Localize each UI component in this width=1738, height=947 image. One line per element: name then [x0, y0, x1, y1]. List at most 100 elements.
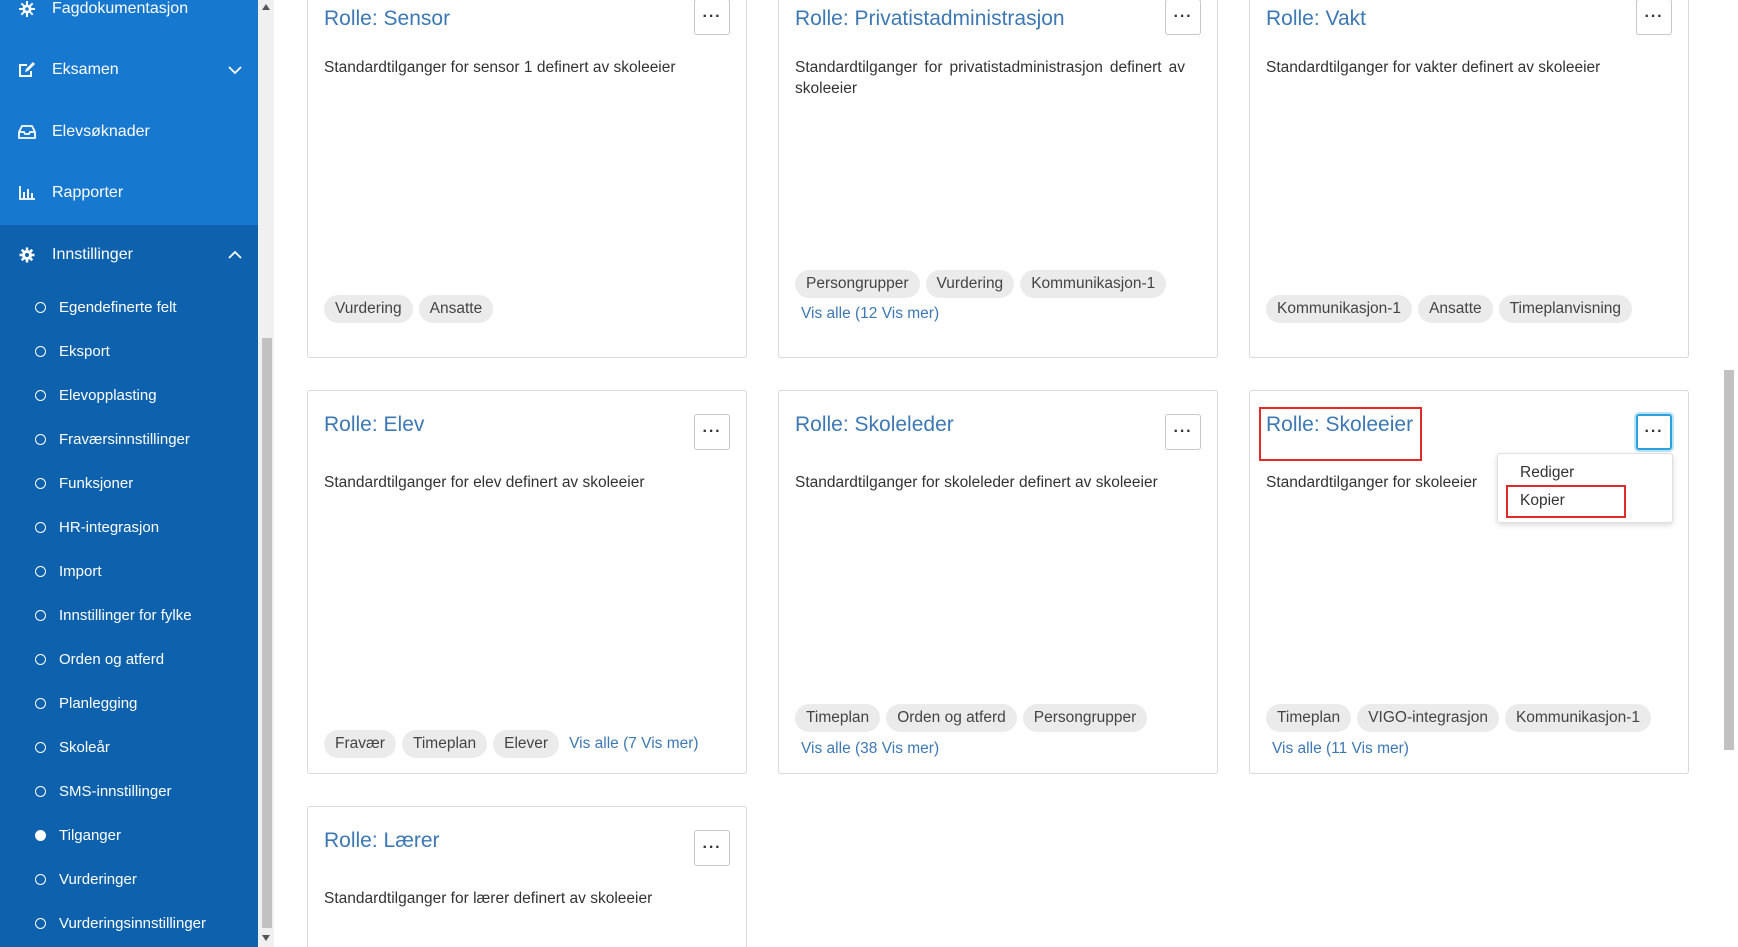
page-scrollbar-thumb[interactable] — [1724, 370, 1734, 750]
more-options-button[interactable]: ··· — [694, 414, 730, 450]
permission-tag: VIGO-integrasjon — [1357, 704, 1499, 732]
settings-item[interactable]: Import — [0, 551, 258, 591]
role-card-sensor: Rolle: Sensor ··· Standardtilganger for … — [307, 0, 747, 358]
circle-icon — [35, 917, 46, 929]
permission-tag: Ansatte — [1418, 295, 1493, 323]
highlight-box — [1506, 485, 1626, 518]
settings-group: Innstillinger Egendefinerte felt Eksport… — [0, 225, 258, 947]
circle-icon — [35, 741, 46, 753]
role-tags: Timeplan Orden og atferd Persongrupper — [795, 704, 1148, 732]
role-title[interactable]: Rolle: Elev — [324, 413, 424, 437]
settings-item[interactable]: Vurderinger — [0, 859, 258, 899]
more-options-button[interactable]: ··· — [694, 830, 730, 866]
settings-item-label: Tilganger — [59, 826, 121, 844]
permission-tag: Timeplanvisning — [1498, 295, 1633, 323]
sidebar-item-label: Elevsøknader — [52, 123, 150, 140]
show-all-link[interactable]: Vis alle (11 Vis mer) — [1272, 740, 1409, 758]
settings-item[interactable]: Orden og atferd — [0, 639, 258, 679]
settings-item-label: Funksjoner — [59, 474, 134, 492]
circle-icon — [35, 301, 46, 313]
sidebar: Fagdokumentasjon Eksamen Elevsøknader Ra… — [0, 0, 258, 947]
settings-item-label: SMS-innstillinger — [59, 782, 172, 800]
role-description: Standardtilganger for privatistadministr… — [795, 59, 1185, 97]
inbox-icon — [18, 123, 36, 141]
permission-tag: Timeplan — [795, 704, 881, 732]
more-options-button[interactable]: ··· — [1165, 414, 1201, 450]
circle-icon — [35, 477, 46, 489]
role-title[interactable]: Rolle: Lærer — [324, 829, 440, 853]
permission-tag: Elever — [493, 730, 560, 758]
gear-icon — [18, 0, 36, 18]
role-title[interactable]: Rolle: Vakt — [1266, 7, 1366, 31]
role-card-skoleleder: Rolle: Skoleleder ··· Standardtilganger … — [778, 390, 1218, 774]
permission-tag: Persongrupper — [1022, 704, 1148, 732]
settings-item-label: Egendefinerte felt — [59, 298, 177, 316]
more-options-button[interactable]: ··· — [694, 0, 730, 35]
circle-icon — [35, 433, 46, 445]
sidebar-item-innstillinger[interactable]: Innstillinger — [0, 225, 258, 285]
role-tags: Kommunikasjon-1 Ansatte Timeplanvisning — [1266, 295, 1633, 323]
role-title[interactable]: Rolle: Sensor — [324, 7, 450, 31]
circle-icon — [35, 785, 46, 797]
scroll-up-arrow-icon[interactable] — [261, 3, 271, 11]
settings-item[interactable]: HR-integrasjon — [0, 507, 258, 547]
permission-tag: Orden og atferd — [886, 704, 1017, 732]
show-all-link[interactable]: Vis alle (12 Vis mer) — [801, 305, 939, 323]
permission-tag: Timeplan — [401, 730, 488, 758]
role-tags: Timeplan VIGO-integrasjon Kommunikasjon-… — [1266, 704, 1651, 732]
permission-tag: Persongrupper — [795, 270, 920, 298]
bar-chart-icon — [18, 184, 36, 202]
chevron-up-icon — [228, 250, 242, 259]
settings-item[interactable]: Planlegging — [0, 683, 258, 723]
settings-item-label: Eksport — [59, 342, 110, 360]
role-title[interactable]: Rolle: Privatistadministrasjon — [795, 7, 1065, 31]
sidebar-item-fagdokumentasjon[interactable]: Fagdokumentasjon — [0, 0, 258, 39]
circle-icon — [35, 653, 46, 665]
permission-tag: Kommunikasjon-1 — [1020, 270, 1167, 298]
sidebar-item-label: Innstillinger — [52, 246, 133, 263]
settings-item-label: Vurderinger — [59, 870, 137, 888]
circle-icon — [35, 521, 46, 533]
settings-item[interactable]: Funksjoner — [0, 463, 258, 503]
settings-item[interactable]: Eksport — [0, 331, 258, 371]
menu-item-rediger[interactable]: Rediger — [1520, 464, 1574, 482]
role-description: Standardtilganger for lærer definert av … — [324, 890, 653, 907]
settings-item[interactable]: Skoleår — [0, 727, 258, 767]
more-options-button[interactable]: ··· — [1636, 414, 1672, 450]
role-title[interactable]: Rolle: Skoleleder — [795, 413, 954, 437]
role-card-privatistadministrasjon: Rolle: Privatistadministrasjon ··· Stand… — [778, 0, 1218, 358]
sidebar-item-elevsoknader[interactable]: Elevsøknader — [0, 102, 258, 162]
sidebar-item-eksamen[interactable]: Eksamen — [0, 40, 258, 100]
sidebar-item-label: Rapporter — [52, 184, 124, 201]
settings-item-label: Fraværsinnstillinger — [59, 430, 190, 448]
settings-item[interactable]: SMS-innstillinger — [0, 771, 258, 811]
sidebar-item-rapporter[interactable]: Rapporter — [0, 163, 258, 223]
role-description: Standardtilganger for elev definert av s… — [324, 474, 645, 491]
settings-item[interactable]: Innstillinger for fylke — [0, 595, 258, 635]
settings-item-active[interactable]: Tilganger — [0, 815, 258, 855]
role-description: Standardtilganger for skoleleder definer… — [795, 474, 1158, 491]
settings-item-label: Innstillinger for fylke — [59, 606, 192, 624]
circle-icon — [35, 873, 46, 885]
circle-icon — [35, 609, 46, 621]
permission-tag: Kommunikasjon-1 — [1504, 704, 1651, 732]
permission-tag: Ansatte — [418, 295, 494, 323]
show-all-link[interactable]: Vis alle (7 Vis mer) — [569, 735, 699, 753]
scroll-down-arrow-icon[interactable] — [261, 934, 271, 942]
sidebar-scrollbar-thumb[interactable] — [262, 338, 272, 928]
show-all-link[interactable]: Vis alle (38 Vis mer) — [801, 740, 939, 758]
highlight-box — [1259, 407, 1422, 461]
settings-item-label: Import — [59, 562, 102, 580]
settings-gear-icon — [18, 246, 36, 264]
more-options-button[interactable]: ··· — [1636, 0, 1672, 35]
settings-item[interactable]: Egendefinerte felt — [0, 287, 258, 327]
settings-item[interactable]: Fraværsinnstillinger — [0, 419, 258, 459]
sidebar-item-label: Eksamen — [52, 61, 119, 78]
more-options-button[interactable]: ··· — [1165, 0, 1201, 35]
permission-tag: Vurdering — [925, 270, 1015, 298]
circle-icon — [35, 389, 46, 401]
settings-item[interactable]: Vurderingsinnstillinger — [0, 903, 258, 943]
permission-tag: Vurdering — [324, 295, 413, 323]
settings-item[interactable]: Elevopplasting — [0, 375, 258, 415]
role-card-vakt: Rolle: Vakt ··· Standardtilganger for va… — [1249, 0, 1689, 358]
